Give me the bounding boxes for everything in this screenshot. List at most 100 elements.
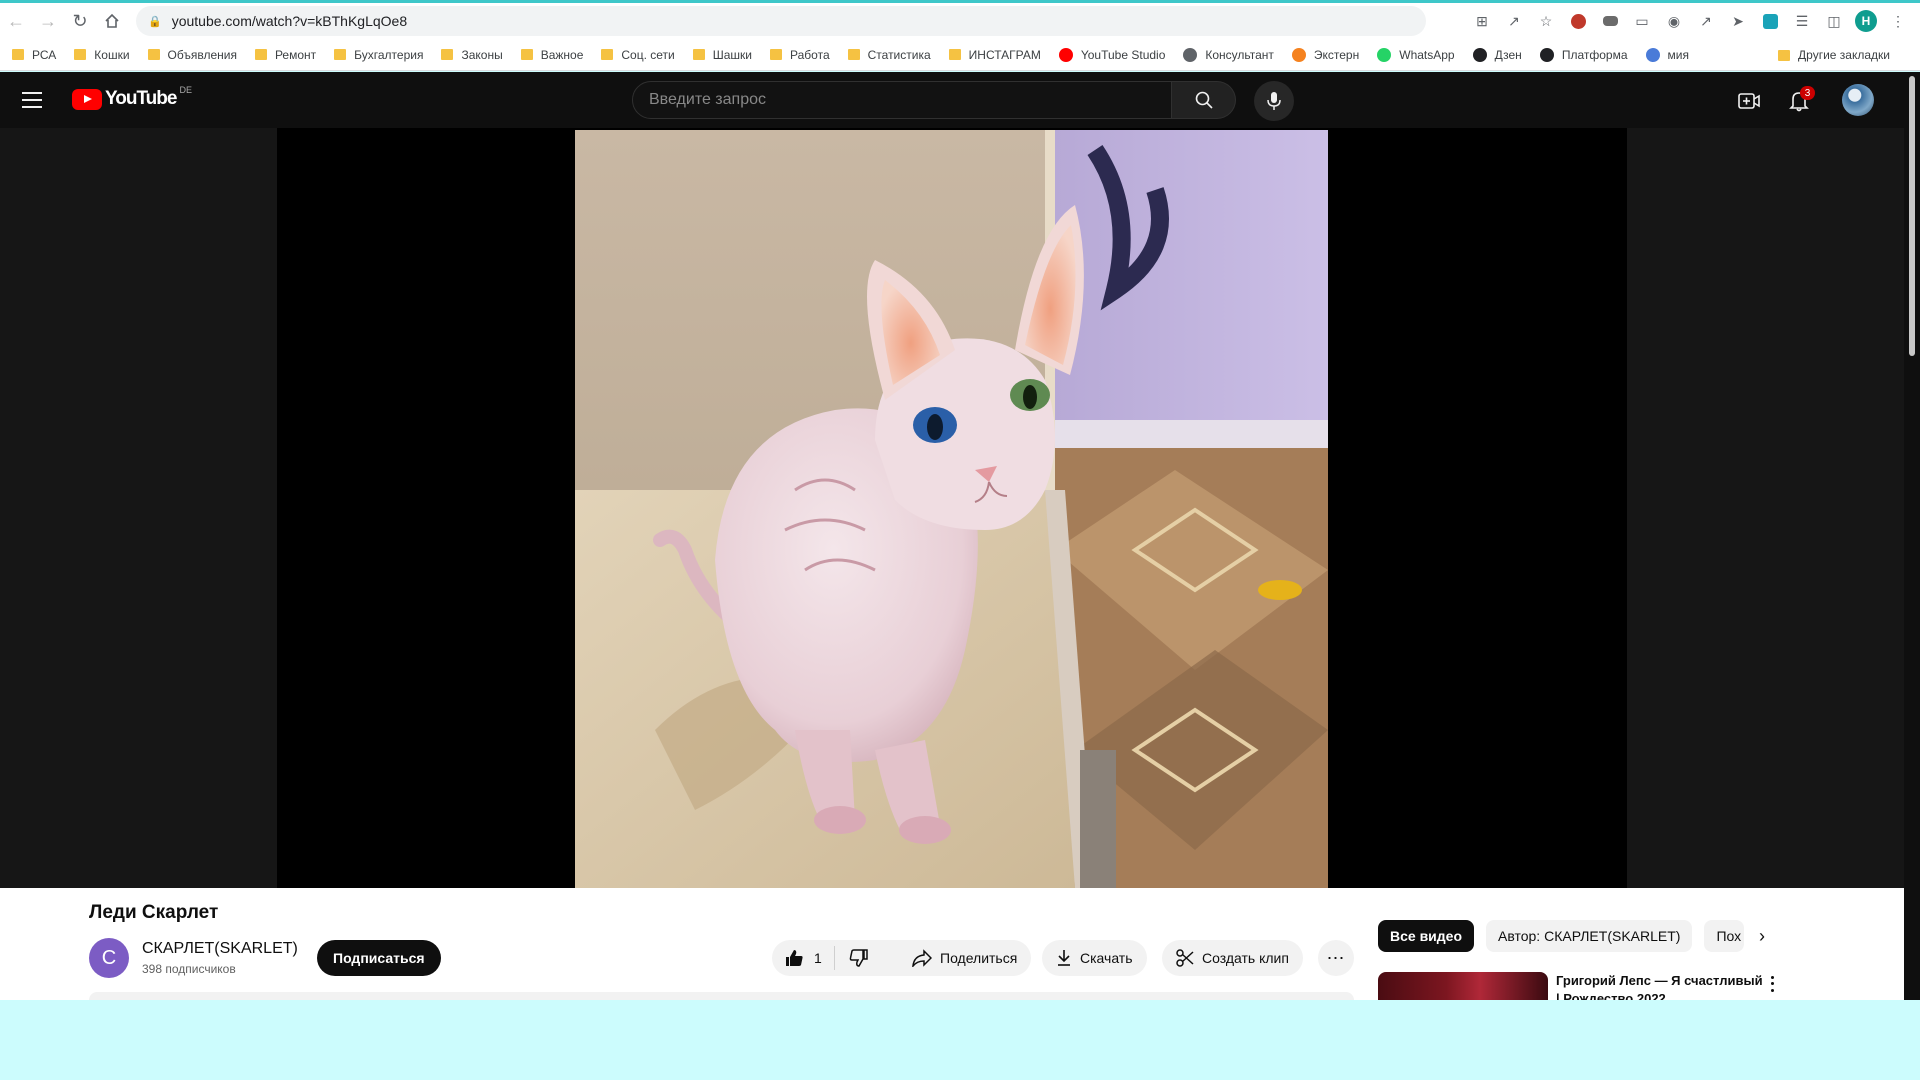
bookmark-item[interactable]: Ремонт: [254, 48, 316, 62]
folder-icon: [254, 49, 267, 60]
side-panel-icon[interactable]: ◫: [1818, 5, 1850, 37]
subscribe-button[interactable]: Подписаться: [317, 940, 441, 976]
share-page-icon[interactable]: ↗: [1498, 5, 1530, 37]
folder-icon: [74, 49, 87, 60]
extension-hat-icon[interactable]: [1594, 5, 1626, 37]
bookmark-label: Экстерн: [1313, 47, 1360, 62]
bottom-band: [0, 1000, 1920, 1080]
scrollbar-thumb[interactable]: [1909, 76, 1915, 356]
download-button[interactable]: Скачать: [1042, 940, 1147, 976]
bookmark-label: Работа: [790, 47, 830, 62]
bookmark-label: WhatsApp: [1399, 47, 1455, 62]
forward-arrow-icon[interactable]: →: [32, 5, 64, 37]
youtube-play-icon: [72, 88, 102, 110]
extension-arrow-icon[interactable]: ↗: [1690, 5, 1722, 37]
bookmark-label: Объявления: [167, 47, 237, 62]
bookmark-item[interactable]: Кошки: [74, 48, 130, 62]
folder-icon: [601, 49, 614, 60]
chip-from-channel[interactable]: Автор: СКАРЛЕТ(SKARLET): [1486, 920, 1693, 952]
bookmark-label: YouTube Studio: [1080, 47, 1166, 62]
dzen-icon: [1472, 47, 1487, 62]
bookmark-item[interactable]: РСА: [12, 48, 56, 62]
video-frame-sphynx-cat[interactable]: [575, 130, 1328, 888]
bookmark-label: РСА: [32, 47, 57, 62]
bookmark-item[interactable]: Шашки: [692, 48, 752, 62]
search-button[interactable]: [1172, 81, 1236, 119]
share-label: Поделиться: [940, 950, 1018, 966]
download-label: Скачать: [1080, 950, 1133, 966]
check-icon: [1291, 47, 1306, 62]
recommendation-thumbnail[interactable]: [1378, 972, 1548, 1000]
folder-icon: [12, 49, 24, 60]
channel-avatar[interactable]: С: [89, 938, 129, 978]
bookmark-item[interactable]: Законы: [441, 48, 503, 62]
chat-icon: [1183, 47, 1198, 62]
bookmark-item[interactable]: ИНСТАГРАМ: [948, 48, 1041, 62]
subscriber-count: 398 подписчиков: [142, 962, 236, 976]
platform-icon: [1539, 47, 1554, 62]
folder-icon: [520, 49, 533, 60]
extension-red-icon[interactable]: [1562, 5, 1594, 37]
extension-screen-icon[interactable]: ▭: [1626, 5, 1658, 37]
bookmark-item[interactable]: Соц. сети: [601, 48, 675, 62]
bookmark-item[interactable]: Работа: [770, 48, 830, 62]
bookmark-item[interactable]: Дзен: [1472, 47, 1522, 62]
like-count: 1: [814, 950, 822, 966]
folder-icon: [847, 49, 860, 60]
youtube-logo[interactable]: YouTube DE: [72, 85, 192, 110]
chevron-right-icon[interactable]: ›: [1750, 924, 1774, 948]
folder-icon: [770, 49, 783, 60]
video-player[interactable]: [277, 128, 1627, 888]
hamburger-menu-icon[interactable]: [20, 88, 44, 112]
chip-related[interactable]: Пох: [1704, 920, 1745, 952]
create-clip-button[interactable]: Создать клип: [1162, 940, 1303, 976]
bookmark-label: Статистика: [867, 47, 931, 62]
dislike-button[interactable]: [835, 940, 883, 976]
chip-all-videos[interactable]: Все видео: [1378, 920, 1475, 952]
more-actions-button[interactable]: ⋯: [1318, 940, 1354, 976]
more-horizontal-icon: ⋯: [1326, 947, 1346, 968]
profile-button[interactable]: Н: [1850, 5, 1882, 37]
bookmark-item[interactable]: Консультант: [1183, 47, 1274, 62]
extensions-puzzle-icon[interactable]: ☰: [1786, 5, 1818, 37]
bookmark-item[interactable]: мия: [1645, 47, 1689, 62]
page-scrollbar[interactable]: [1904, 72, 1920, 1000]
create-video-button[interactable]: [1732, 84, 1766, 118]
create-video-icon: [1738, 93, 1760, 109]
share-button[interactable]: Поделиться: [898, 940, 1032, 976]
folder-icon: [147, 49, 160, 60]
channel-name[interactable]: СКАРЛЕТ(SKARLET): [142, 940, 298, 958]
reload-icon[interactable]: ↻: [64, 5, 96, 37]
microphone-icon: [1267, 92, 1281, 110]
bookmark-item[interactable]: WhatsApp: [1377, 47, 1455, 62]
address-bar[interactable]: 🔒 youtube.com/watch?v=kBThKgLqOe8: [136, 6, 1426, 36]
search-input[interactable]: [649, 91, 1171, 109]
voice-search-button[interactable]: [1254, 81, 1294, 121]
bookmark-item[interactable]: Статистика: [847, 47, 931, 62]
bookmark-star-icon[interactable]: ☆: [1530, 5, 1562, 37]
folder-icon: [334, 49, 347, 60]
download-icon: [1058, 950, 1070, 966]
recommendation-title[interactable]: Григорий Лепс — Я счастливый | Рождество…: [1556, 972, 1766, 1000]
bookmark-item[interactable]: Платформа: [1539, 47, 1628, 62]
extension-ghost-icon[interactable]: ◉: [1658, 5, 1690, 37]
home-icon[interactable]: [96, 5, 128, 37]
back-arrow-icon[interactable]: ←: [0, 5, 32, 37]
extension-vpn-icon[interactable]: [1754, 5, 1786, 37]
thumbs-down-icon: [849, 949, 868, 967]
bookmark-item[interactable]: Важное: [520, 48, 583, 62]
bookmark-item[interactable]: Бухгалтерия: [334, 48, 423, 62]
other-bookmarks[interactable]: Другие закладки: [1778, 39, 1890, 71]
sphynx-cat-image: [575, 130, 1328, 888]
description-box[interactable]: [89, 992, 1354, 1000]
browser-menu-icon[interactable]: ⋮: [1882, 5, 1914, 37]
bookmark-item[interactable]: Объявления: [147, 47, 237, 62]
user-avatar[interactable]: [1842, 84, 1874, 116]
bookmark-item[interactable]: YouTube Studio: [1058, 47, 1166, 62]
recommendation-menu-icon[interactable]: [1768, 974, 1776, 994]
bookmark-item[interactable]: Экстерн: [1291, 47, 1360, 62]
install-app-icon[interactable]: ⊞: [1466, 5, 1498, 37]
watch-metadata: Леди Скарлет С СКАРЛЕТ(SKARLET) 398 подп…: [0, 888, 1904, 1000]
like-button[interactable]: 1: [772, 940, 834, 976]
extension-rocket-icon[interactable]: ➤: [1722, 5, 1754, 37]
